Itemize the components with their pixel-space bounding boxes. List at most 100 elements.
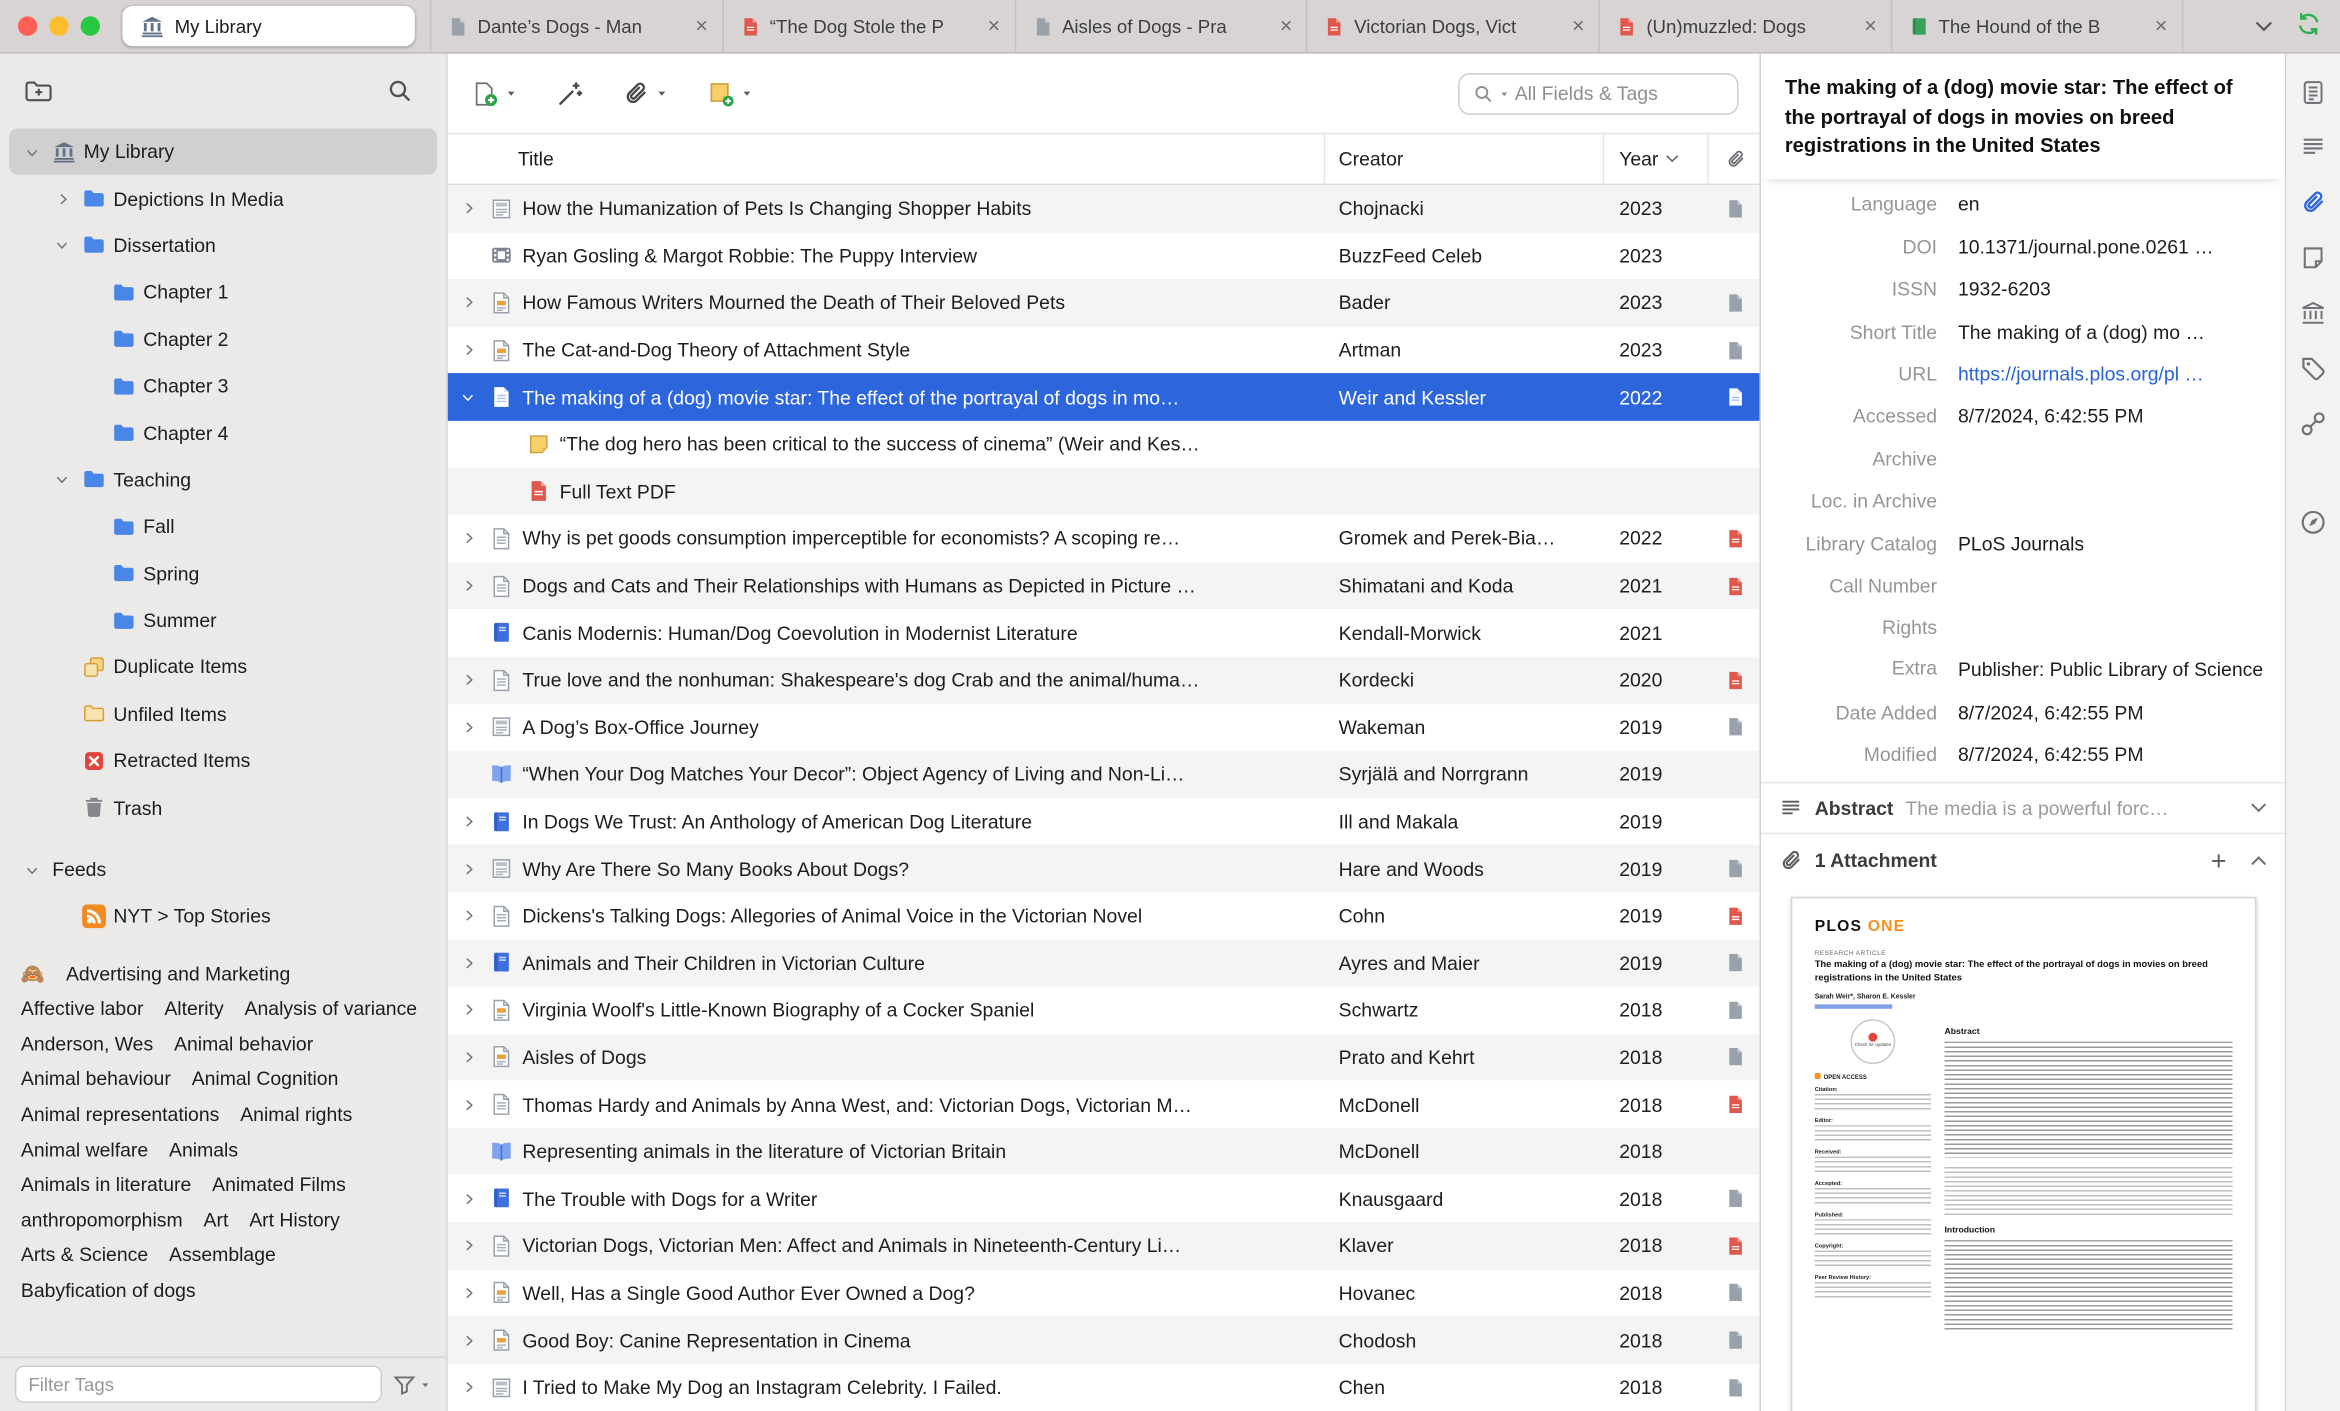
abstract-section-header[interactable]: Abstract The media is a powerful forc…	[1760, 782, 2285, 833]
sidebar-item-spring[interactable]: Spring	[9, 550, 437, 597]
sync-button[interactable]	[2283, 10, 2340, 41]
tag-item-arts-science[interactable]: Arts & Science	[21, 1244, 148, 1267]
column-header-creator[interactable]: Creator	[1325, 134, 1605, 184]
itempane-info-tab[interactable]	[2298, 78, 2328, 108]
tag-item-animal-rights[interactable]: Animal rights	[240, 1103, 352, 1126]
item-row[interactable]: A Dog’s Box-Office Journey Wakeman 2019	[448, 704, 1760, 751]
tag-item-animals[interactable]: Animals	[169, 1139, 238, 1162]
field-value[interactable]: 10.1371/journal.pone.0261 …	[1958, 235, 2270, 257]
item-row[interactable]: Representing animals in the literature o…	[447, 1128, 1760, 1176]
item-row[interactable]: Victorian Dogs, Victorian Men: Affect an…	[447, 1222, 1760, 1270]
items-search-field[interactable]: All Fields & Tags	[1458, 72, 1739, 115]
sidebar-item-duplicate-items[interactable]: Duplicate Items	[9, 644, 437, 691]
twisty-icon[interactable]	[21, 140, 45, 164]
tag-item-anderson-wes[interactable]: Anderson, Wes	[21, 1033, 153, 1056]
twisty-icon[interactable]	[457, 668, 481, 692]
twisty-icon[interactable]	[457, 904, 481, 928]
sidebar-item-retracted-items[interactable]: Retracted Items	[9, 737, 437, 784]
item-row[interactable]: Dogs and Cats and Their Relationships wi…	[447, 562, 1760, 610]
field-value[interactable]: 1932-6203	[1958, 278, 2270, 300]
item-row[interactable]: Well, Has a Single Good Author Ever Owne…	[448, 1269, 1760, 1316]
twisty-icon[interactable]	[457, 951, 481, 975]
twisty-icon[interactable]	[457, 1328, 481, 1352]
sidebar-item-chapter-4[interactable]: Chapter 4	[9, 409, 437, 456]
sidebar-item-trash[interactable]: Trash	[9, 784, 437, 831]
close-icon[interactable]: ✕	[1861, 15, 1881, 37]
column-header-title[interactable]: Title	[448, 134, 1326, 184]
twisty-icon[interactable]	[457, 574, 481, 598]
tag-item-animal-cognition[interactable]: Animal Cognition	[192, 1068, 339, 1091]
twisty-icon[interactable]	[457, 1234, 481, 1258]
item-row[interactable]: The making of a (dog) movie star: The ef…	[447, 373, 1760, 421]
itempane-locate-tab[interactable]	[2298, 507, 2328, 537]
tag-filter-input[interactable]	[14, 1365, 383, 1403]
tag-item-animated-films[interactable]: Animated Films	[212, 1174, 346, 1197]
close-icon[interactable]: ✕	[2151, 15, 2171, 37]
close-icon[interactable]: ✕	[1276, 15, 1296, 37]
twisty-icon[interactable]	[457, 1281, 481, 1305]
tag-item-assemblage[interactable]: Assemblage	[169, 1244, 276, 1267]
reader-tab-victorian-dogs-vict[interactable]: Victorian Dogs, Vict ✕	[1306, 0, 1598, 53]
tag-item-art[interactable]: Art	[204, 1209, 229, 1232]
new-note-button[interactable]	[707, 80, 753, 107]
twisty-icon[interactable]	[457, 1093, 481, 1117]
itempane-tags-tab[interactable]	[2298, 354, 2328, 384]
minimize-window-button[interactable]	[49, 16, 69, 36]
close-icon[interactable]: ✕	[692, 15, 712, 37]
tag-item-alterity[interactable]: Alterity	[164, 998, 223, 1021]
new-attachment-button[interactable]	[622, 80, 668, 107]
item-row[interactable]: Animals and Their Children in Victorian …	[447, 939, 1760, 987]
item-row[interactable]: True love and the nonhuman: Shakespeare'…	[447, 656, 1760, 704]
add-by-identifier-button[interactable]	[557, 80, 584, 107]
close-icon[interactable]: ✕	[984, 15, 1004, 37]
reader-tab-the-hound-of-the-b[interactable]: The Hound of the B ✕	[1890, 0, 2183, 53]
tag-item-analysis-of-variance[interactable]: Analysis of variance	[245, 998, 418, 1021]
tag-item-advertising-and-marketing[interactable]: Advertising and Marketing	[66, 963, 290, 986]
itempane-libraries-tab[interactable]	[2298, 298, 2328, 328]
new-collection-button[interactable]	[24, 76, 54, 106]
item-row[interactable]: The Cat-and-Dog Theory of Attachment Sty…	[448, 326, 1760, 373]
reader-tab-dante-s-dogs-man[interactable]: Dante’s Dogs - Man ✕	[429, 0, 722, 53]
field-value[interactable]: 8/7/2024, 6:42:55 PM	[1958, 744, 2270, 766]
item-child-row[interactable]: “The dog hero has been critical to the s…	[448, 421, 1760, 468]
field-value[interactable]: 8/7/2024, 6:42:55 PM	[1958, 405, 2270, 427]
tag-item-animal-representations[interactable]: Animal representations	[21, 1103, 219, 1126]
tag-item-animal-behaviour[interactable]: Animal behaviour	[21, 1068, 171, 1091]
sidebar-item-chapter-3[interactable]: Chapter 3	[9, 363, 437, 410]
item-row[interactable]: Aisles of Dogs Prato and Kehrt 2018	[447, 1033, 1760, 1081]
tab-overflow-button[interactable]	[2244, 20, 2283, 32]
twisty-icon[interactable]	[457, 810, 481, 834]
tag-item-animals-in-literature[interactable]: Animals in literature	[21, 1174, 191, 1197]
tag-item-animal-welfare[interactable]: Animal welfare	[21, 1139, 148, 1162]
item-row[interactable]: Ryan Gosling & Margot Robbie: The Puppy …	[448, 232, 1760, 279]
item-row[interactable]: Why is pet goods consumption imperceptib…	[448, 515, 1760, 562]
twisty-icon[interactable]	[51, 187, 75, 211]
twisty-icon[interactable]	[21, 857, 45, 881]
twisty-icon[interactable]	[457, 1375, 481, 1399]
tag-item-animal-behavior[interactable]: Animal behavior	[174, 1033, 313, 1056]
item-row[interactable]: Why Are There So Many Books About Dogs? H…	[447, 845, 1760, 893]
itempane-notes-tab[interactable]	[2298, 243, 2328, 273]
sidebar-item-feeds[interactable]: Feeds	[9, 846, 437, 893]
twisty-icon[interactable]	[457, 998, 481, 1022]
item-row[interactable]: In Dogs We Trust: An Anthology of Americ…	[448, 798, 1760, 845]
field-value[interactable]: 8/7/2024, 6:42:55 PM	[1958, 701, 2270, 723]
twisty-icon[interactable]	[457, 1187, 481, 1211]
add-attachment-button[interactable]: +	[2211, 847, 2227, 874]
reader-tab-the-dog-stole-the-p[interactable]: “The Dog Stole the P ✕	[721, 0, 1014, 53]
feed-item-nyt-top-stories[interactable]: NYT > Top Stories	[9, 893, 437, 940]
attachments-section-header[interactable]: 1 Attachment +	[1760, 832, 2285, 887]
close-icon[interactable]: ✕	[1568, 15, 1588, 37]
twisty-icon[interactable]	[457, 527, 481, 551]
sidebar-item-my-library[interactable]: My Library	[8, 128, 438, 176]
twisty-icon[interactable]	[457, 857, 481, 881]
twisty-icon[interactable]	[457, 1045, 481, 1069]
twisty-icon[interactable]	[457, 197, 481, 221]
sidebar-item-dissertation[interactable]: Dissertation	[9, 222, 437, 269]
item-row[interactable]: I Tried to Make My Dog an Instagram Cele…	[448, 1364, 1760, 1411]
pdf-preview-page[interactable]: PLOS ONE RESEARCH ARTICLE The making of …	[1790, 897, 2257, 1411]
item-row[interactable]: Canis Modernis: Human/Dog Coevolution in…	[448, 609, 1760, 656]
twisty-icon[interactable]	[457, 715, 481, 739]
item-row[interactable]: Dickens's Talking Dogs: Allegories of An…	[448, 892, 1760, 939]
zoom-window-button[interactable]	[80, 16, 100, 36]
